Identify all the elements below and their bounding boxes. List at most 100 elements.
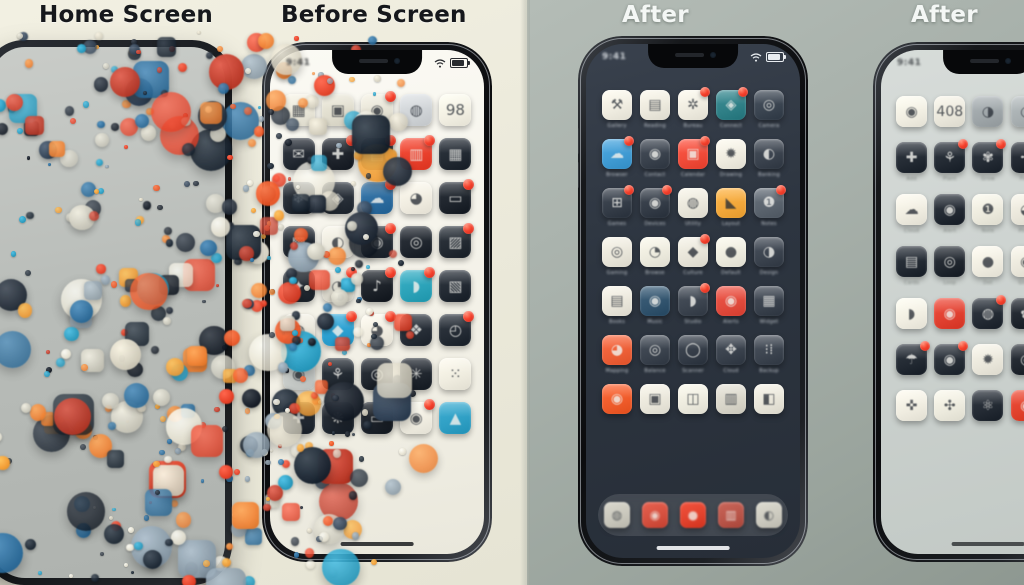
dock-app-icon[interactable]: ◍ [604,502,630,528]
app-tile[interactable]: ◔ [640,237,670,267]
home-indicator[interactable] [340,542,414,546]
app-icon[interactable]: ✣ [933,390,966,424]
app-icon[interactable]: ◣ Layout [714,188,748,227]
app-icon[interactable]: ◎ Camera [752,90,786,129]
app-icon[interactable]: ◕ Photo [1010,194,1024,234]
app-icon[interactable]: ❋ [321,402,354,434]
home-indicator[interactable] [656,546,730,550]
app-tile[interactable]: ❋ [321,402,354,434]
app-tile[interactable]: ✚ [896,142,928,173]
app-icon[interactable]: ▥ [714,384,748,417]
app-icon[interactable]: ◉ Music [638,286,672,325]
app-icon[interactable]: ◕ [400,182,433,214]
app-icon[interactable]: ❖ [400,314,433,346]
app-icon[interactable]: ◉ [1010,390,1024,424]
app-icon[interactable]: ▭ [439,179,475,214]
app-tile[interactable]: ◉ [602,384,632,414]
app-icon[interactable]: ❶ Note [971,194,1004,234]
app-icon[interactable]: ◫ [676,384,710,417]
app-icon[interactable]: ◍ Utility [676,188,710,227]
app-tile[interactable]: ▣ [640,384,670,414]
app-tile[interactable]: ◉ [934,194,966,225]
app-icon[interactable]: ✚ [282,402,315,434]
app-icon[interactable]: ▦ [282,94,315,126]
app-icon[interactable]: ◔ Browse [638,237,672,276]
app-tile[interactable]: ◣ [716,188,746,218]
app-tile[interactable]: ◍ [678,188,708,218]
dock-app-icon[interactable]: ◉ [642,502,668,528]
app-tile[interactable]: ◗ [896,298,928,329]
app-tile[interactable]: ▦ [439,138,472,170]
app-icon[interactable]: ◔ [1010,96,1024,130]
app-icon[interactable]: ▲ [439,402,472,434]
app-icon[interactable]: ⚘ Plant [933,139,969,182]
app-tile[interactable]: ◯ [678,335,708,365]
app-icon[interactable]: ❄ [282,182,315,214]
app-icon[interactable]: ◉ [282,358,315,390]
app-tile[interactable]: ◫ [678,384,708,414]
app-icon[interactable]: ⁝⁞ Backup [752,335,786,374]
app-icon[interactable]: ◉ [895,96,928,130]
app-icon[interactable]: ◎ Loop [933,246,966,286]
app-icon[interactable]: ☁ Browser [600,136,634,178]
app-tile[interactable]: ✿ [1010,298,1024,329]
app-tile[interactable]: ▤ [602,286,632,316]
app-tile[interactable]: ◎ [640,335,670,365]
app-tile[interactable]: ▤ [640,90,670,120]
app-icon[interactable]: ✹ [971,344,1004,378]
app-tile[interactable]: ✜ [896,390,928,421]
app-tile[interactable]: ▩ [282,226,315,258]
app-tile[interactable]: ◎ [360,358,393,390]
app-tile[interactable]: ✦ [282,270,315,302]
app-tile[interactable]: ⁙ [439,358,472,390]
app-icon[interactable]: ◉ Devices [638,185,672,227]
app-icon[interactable]: ◉ [600,384,634,417]
app-tile[interactable]: ◍ [282,314,315,346]
app-tile[interactable]: ◕ [1010,194,1024,225]
app-tile[interactable]: ◉ [640,139,670,169]
app-icon[interactable]: ◑ Design [752,237,786,276]
app-tile[interactable]: ✚ [282,402,315,434]
app-icon[interactable]: 98 [439,94,472,126]
app-icon[interactable]: ◈ Connect [714,87,748,129]
volume-down-button[interactable] [578,162,579,188]
app-icon[interactable]: ◧ [752,384,786,417]
app-tile[interactable]: ◎ [400,226,433,258]
app-icon[interactable]: ▤ [360,135,396,170]
app-icon[interactable]: ✿ [1010,298,1024,332]
app-tile[interactable]: ◐ [754,139,784,169]
app-icon[interactable]: ◉ [933,341,969,378]
app-icon[interactable]: ▧ [439,270,472,302]
app-icon[interactable]: ♪ [360,267,396,302]
app-icon[interactable]: ✹ Drawing [714,139,748,178]
app-tile[interactable]: ❶ [972,194,1004,225]
app-icon[interactable]: ◎ Balance [638,335,672,374]
app-icon[interactable]: ✳ [400,358,433,390]
app-tile[interactable]: ◎ [602,237,632,267]
app-icon[interactable]: ✲ Bureau [676,87,710,129]
app-tile[interactable]: ◍ [400,94,433,126]
app-icon[interactable]: ☁ Cloud [895,194,928,234]
app-icon[interactable]: ◉ [360,91,396,126]
app-icon[interactable]: ❶ Notes [752,185,786,227]
app-icon[interactable]: ⊞ Games [600,185,634,227]
app-tile[interactable]: ▤ [896,246,928,277]
app-icon[interactable]: ▨ [439,223,475,258]
app-icon[interactable]: ◗ Studio [676,283,710,325]
app-tile[interactable]: 408 [934,96,966,127]
app-tile[interactable]: ✢ [1010,142,1024,173]
app-icon[interactable]: ● Dot [971,246,1004,286]
app-icon[interactable]: ▤ Books [600,286,634,325]
app-icon[interactable]: ◐ Banking [752,139,786,178]
app-tile[interactable]: ❖ [400,314,433,346]
app-icon[interactable]: ▣ [321,94,354,126]
app-icon[interactable]: ◯ Scanner [676,335,710,374]
app-tile[interactable]: ⁝⁞ [754,335,784,365]
app-tile[interactable]: ◐ [321,226,354,258]
app-icon[interactable]: ◗ [400,267,436,302]
app-icon[interactable]: ⁙ [439,358,472,390]
app-tile[interactable]: ◧ [754,384,784,414]
app-tile[interactable]: ◑ [972,96,1004,127]
app-tile[interactable]: ▭ [360,402,393,434]
app-icon[interactable]: ✦ [282,270,315,302]
